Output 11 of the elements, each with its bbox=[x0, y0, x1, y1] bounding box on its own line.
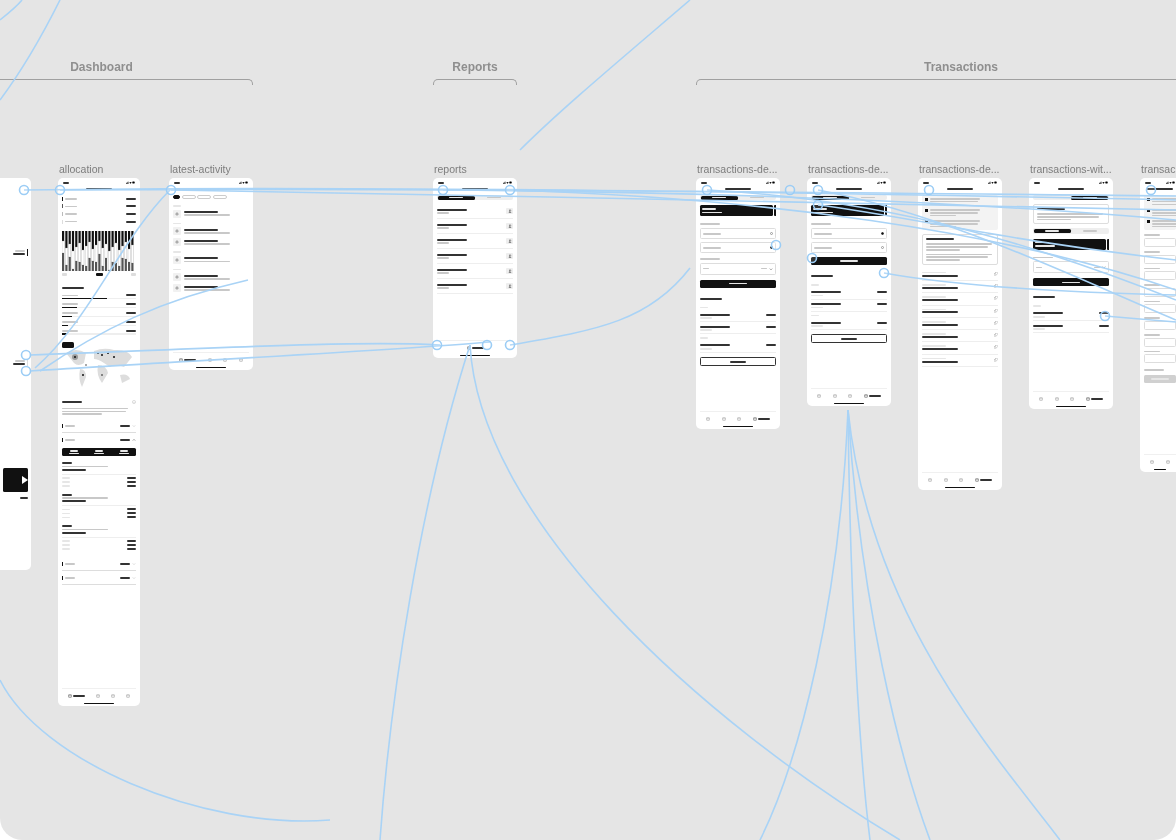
frame-label: latest-activity bbox=[170, 163, 231, 175]
section-title: Reports bbox=[452, 60, 498, 74]
frame-label: transac bbox=[1141, 163, 1176, 175]
frame-label: transactions-de... bbox=[697, 163, 778, 175]
frame-label: allocation bbox=[59, 163, 104, 175]
frame-label: transactions-wit... bbox=[1030, 163, 1112, 175]
frame-label: transactions-de... bbox=[808, 163, 889, 175]
frame-label: transactions-de... bbox=[919, 163, 1000, 175]
section-title: Transactions bbox=[924, 60, 998, 74]
frame-label: reports bbox=[434, 163, 467, 175]
section-title: Dashboard bbox=[70, 60, 133, 74]
